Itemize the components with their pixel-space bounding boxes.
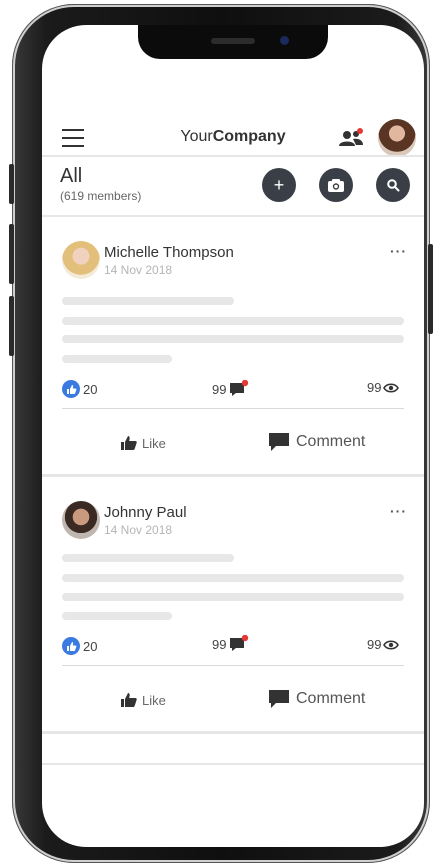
like-button[interactable]: Like [120,435,166,451]
content-placeholder-line [62,593,404,601]
more-options-button[interactable]: ··· [390,243,407,259]
author-name[interactable]: Michelle Thompson [104,244,234,261]
like-label: Like [142,435,166,451]
notch [138,25,328,59]
like-count[interactable]: 20 [62,637,97,655]
view-count: 99 [367,637,400,652]
post-divider [42,474,424,477]
content-placeholder-line [62,317,404,325]
comment-icon [269,433,289,451]
content-placeholder-line [62,612,172,620]
eye-icon [383,382,400,393]
author-avatar[interactable] [62,501,100,539]
filter-divider [42,215,424,217]
like-count-value: 20 [83,381,98,397]
bottom-divider [42,763,424,765]
people-icon[interactable] [338,128,364,148]
more-options-button[interactable]: ··· [390,503,407,519]
post-stats-divider [62,408,404,409]
camera-icon [328,179,344,192]
filter-section: All (619 members) [60,165,141,203]
like-count[interactable]: 20 [62,380,97,398]
filter-title[interactable]: All [60,165,141,187]
app-screen: YourCompany All (619 members) + Michelle… [42,25,424,847]
post-divider [42,731,424,734]
member-count: (619 members) [60,189,142,203]
post-date: 14 Nov 2018 [104,523,173,537]
comment-icon [230,635,249,651]
content-placeholder-line [62,554,234,562]
like-count-value: 20 [83,638,98,654]
content-placeholder-line [62,574,404,582]
search-icon [387,179,400,192]
thumbs-up-icon [62,380,80,398]
eye-icon [383,639,400,650]
view-count: 99 [367,380,400,395]
add-button[interactable]: + [262,168,296,202]
comment-icon [230,380,249,396]
content-placeholder-line [62,355,172,363]
post-stats-divider [62,665,404,666]
view-count-value: 99 [367,637,382,652]
front-camera [280,36,289,45]
header-divider [42,155,424,157]
plus-icon: + [273,174,285,195]
thumbs-up-icon [121,693,137,707]
phone-volume-up [9,224,14,284]
author-avatar[interactable] [62,241,100,279]
view-count-value: 99 [367,380,382,395]
content-placeholder-line [62,297,234,305]
comment-button[interactable]: Comment [268,689,365,709]
thumbs-up-icon [62,637,80,655]
like-button[interactable]: Like [120,692,166,708]
comment-label: Comment [296,433,366,450]
brand-logo: YourCompany [42,128,424,146]
camera-button[interactable] [319,168,353,202]
comment-count[interactable]: 99 [212,380,250,398]
user-avatar[interactable] [378,119,416,157]
search-button[interactable] [376,168,410,202]
thumbs-up-icon [121,436,137,450]
comment-count-value: 99 [212,381,227,397]
speaker [211,38,255,44]
phone-volume-down [9,296,14,356]
phone-power-button [428,244,433,334]
brand-regular: Your [180,128,213,145]
comment-button[interactable]: Comment [268,432,365,452]
phone-frame: YourCompany All (619 members) + Michelle… [9,4,433,863]
notification-dot [357,128,363,134]
phone-side-button [9,164,14,204]
comment-icon [269,690,289,708]
author-name[interactable]: Johnny Paul [104,504,187,521]
comment-count-value: 99 [212,636,227,652]
comment-count[interactable]: 99 [212,635,250,653]
like-label: Like [142,692,166,708]
content-placeholder-line [62,335,404,343]
comment-label: Comment [296,690,366,707]
brand-bold: Company [212,128,286,145]
post-date: 14 Nov 2018 [104,263,173,277]
